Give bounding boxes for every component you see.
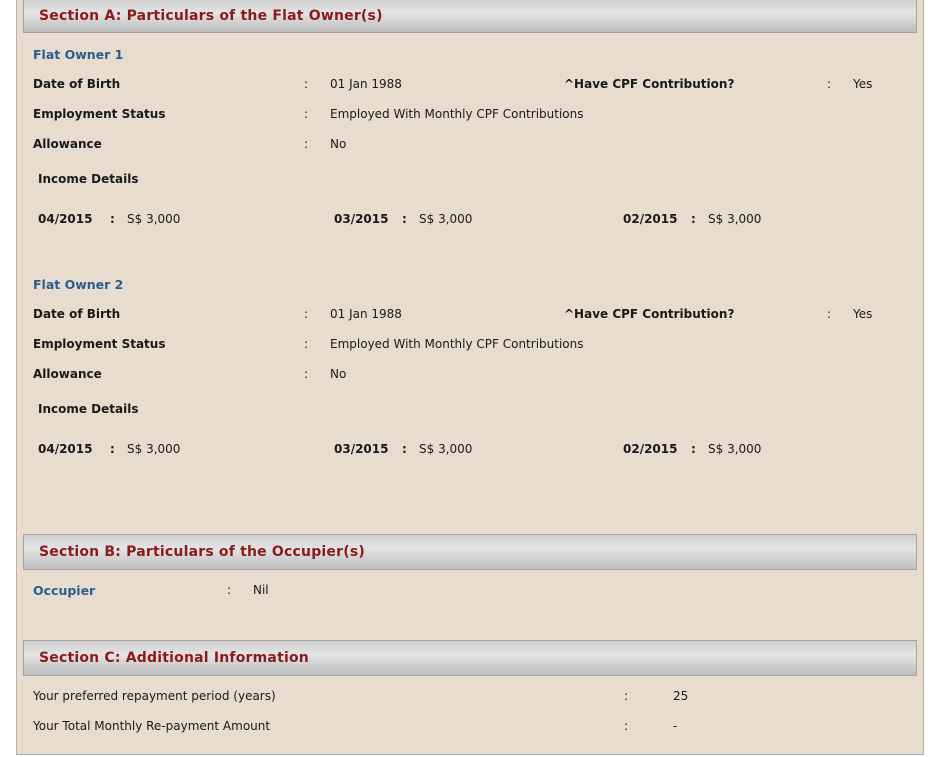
owner-2-dob-label: Date of Birth bbox=[33, 307, 121, 321]
owner-2-employment-label: Employment Status bbox=[33, 337, 166, 351]
monthly-repayment-value: - bbox=[673, 719, 678, 733]
section-c-title: Section C: Additional Information bbox=[39, 650, 309, 666]
section-a-title: Section A: Particulars of the Flat Owner… bbox=[39, 8, 383, 24]
flat-owner-1-title: Flat Owner 1 bbox=[33, 47, 124, 62]
flat-owner-2-title: Flat Owner 2 bbox=[33, 277, 124, 292]
monthly-repayment-label: Your Total Monthly Re-payment Amount bbox=[33, 719, 271, 733]
owner-1-income-amount-2: S$ 3,000 bbox=[419, 212, 473, 226]
owner-2-income-month-3: 02/2015 bbox=[623, 442, 678, 456]
occupier-separator: : bbox=[227, 583, 232, 597]
section-b-title: Section B: Particulars of the Occupier(s… bbox=[39, 544, 365, 560]
owner-1-income-amount-1: S$ 3,000 bbox=[127, 212, 181, 226]
owner-2-income-amount-1: S$ 3,000 bbox=[127, 442, 181, 456]
owner-2-allowance-value: No bbox=[330, 367, 347, 381]
owner-2-dob-separator: : bbox=[304, 307, 309, 321]
owner-2-income-separator-3: : bbox=[691, 442, 696, 456]
owner-1-income-amount-3: S$ 3,000 bbox=[708, 212, 762, 226]
owner-2-income-amount-2: S$ 3,000 bbox=[419, 442, 473, 456]
owner-1-cpf-label: ^Have CPF Contribution? bbox=[564, 77, 735, 91]
owner-1-income-month-1: 04/2015 bbox=[38, 212, 93, 226]
repayment-period-separator: : bbox=[624, 689, 629, 703]
repayment-period-value: 25 bbox=[673, 689, 689, 703]
owner-1-dob-separator: : bbox=[304, 77, 309, 91]
application-summary-panel: Section A: Particulars of the Flat Owner… bbox=[16, 0, 924, 755]
owner-1-dob-value: 01 Jan 1988 bbox=[330, 77, 402, 91]
owner-1-income-month-3: 02/2015 bbox=[623, 212, 678, 226]
repayment-period-label: Your preferred repayment period (years) bbox=[33, 689, 276, 703]
owner-1-income-separator-2: : bbox=[402, 212, 407, 226]
section-b-header: Section B: Particulars of the Occupier(s… bbox=[23, 534, 917, 570]
owner-2-employment-separator: : bbox=[304, 337, 309, 351]
owner-1-employment-value: Employed With Monthly CPF Contributions bbox=[330, 107, 584, 121]
occupier-label: Occupier bbox=[33, 583, 96, 598]
owner-1-employment-separator: : bbox=[304, 107, 309, 121]
owner-1-cpf-separator: : bbox=[827, 77, 832, 91]
occupier-value: Nil bbox=[253, 583, 269, 597]
owner-1-dob-label: Date of Birth bbox=[33, 77, 121, 91]
owner-1-allowance-value: No bbox=[330, 137, 347, 151]
owner-1-income-label: Income Details bbox=[38, 172, 139, 186]
owner-2-income-month-1: 04/2015 bbox=[38, 442, 93, 456]
owner-2-income-separator-1: : bbox=[110, 442, 115, 456]
owner-2-employment-value: Employed With Monthly CPF Contributions bbox=[330, 337, 584, 351]
owner-1-income-separator-1: : bbox=[110, 212, 115, 226]
owner-2-income-month-2: 03/2015 bbox=[334, 442, 389, 456]
owner-2-cpf-value: Yes bbox=[853, 307, 873, 321]
owner-2-dob-value: 01 Jan 1988 bbox=[330, 307, 402, 321]
owner-2-cpf-separator: : bbox=[827, 307, 832, 321]
section-c-header: Section C: Additional Information bbox=[23, 640, 917, 676]
monthly-repayment-separator: : bbox=[624, 719, 629, 733]
section-a-header: Section A: Particulars of the Flat Owner… bbox=[23, 0, 917, 33]
owner-2-allowance-label: Allowance bbox=[33, 367, 102, 381]
owner-1-employment-label: Employment Status bbox=[33, 107, 166, 121]
owner-2-income-separator-2: : bbox=[402, 442, 407, 456]
owner-1-allowance-label: Allowance bbox=[33, 137, 102, 151]
owner-1-income-separator-3: : bbox=[691, 212, 696, 226]
owner-1-allowance-separator: : bbox=[304, 137, 309, 151]
owner-2-income-label: Income Details bbox=[38, 402, 139, 416]
owner-2-cpf-label: ^Have CPF Contribution? bbox=[564, 307, 735, 321]
owner-2-allowance-separator: : bbox=[304, 367, 309, 381]
owner-1-cpf-value: Yes bbox=[853, 77, 873, 91]
owner-2-income-amount-3: S$ 3,000 bbox=[708, 442, 762, 456]
owner-1-income-month-2: 03/2015 bbox=[334, 212, 389, 226]
